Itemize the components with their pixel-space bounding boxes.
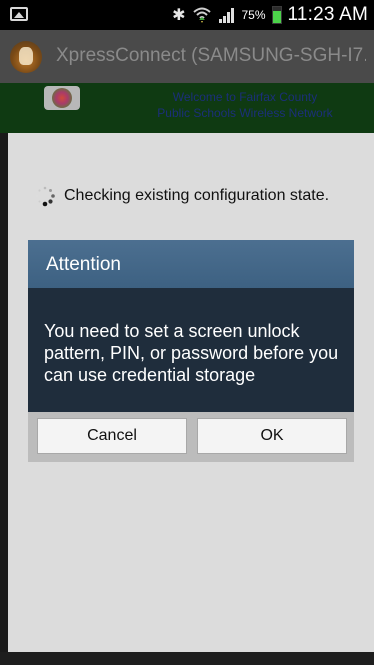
bottom-edge [0,652,374,665]
battery-fill [272,11,281,23]
banner-line-1: Welcome to Fairfax County [172,90,318,104]
status-time: 11:23 AM [287,4,368,25]
banner-line-2: Public Schools Wireless Network [157,106,333,120]
app-title: XpressConnect (SAMSUNG-SGH-I7... [56,45,366,66]
dialog-message: You need to set a screen unlock pattern,… [44,321,339,385]
gallery-icon [10,7,28,21]
wifi-icon [192,6,212,24]
school-logo-icon [44,86,80,110]
battery-icon [271,6,282,24]
dialog-body: You need to set a screen unlock pattern,… [28,288,354,412]
welcome-banner: Welcome to Fairfax County Public Schools… [0,83,374,133]
status-icons: ✱ 75% 11:23 AM [172,0,368,30]
phone-screen: ✱ 75% 11:23 AM XpressConnect (SAMSUNG-SG… [0,0,374,665]
dialog-title: Attention [46,254,121,275]
spinner-icon [36,186,55,207]
app-logo-icon [10,41,42,73]
banner-text: Welcome to Fairfax County Public Schools… [120,89,370,121]
status-bar: ✱ 75% 11:23 AM [0,0,374,30]
battery-percent: 75% [241,8,266,22]
status-message: Checking existing configuration state. [64,187,330,204]
attention-dialog: Attention You need to set a screen unloc… [28,240,354,462]
app-title-bar: XpressConnect (SAMSUNG-SGH-I7... [0,30,374,83]
cancel-button[interactable]: Cancel [37,418,187,454]
left-edge [0,133,8,665]
dialog-button-bar: Cancel OK [28,412,354,462]
progress-status: Checking existing configuration state. [34,183,329,209]
signal-icon [218,7,236,23]
dialog-header: Attention [28,240,354,288]
bluetooth-icon: ✱ [172,5,186,24]
ok-button[interactable]: OK [197,418,347,454]
